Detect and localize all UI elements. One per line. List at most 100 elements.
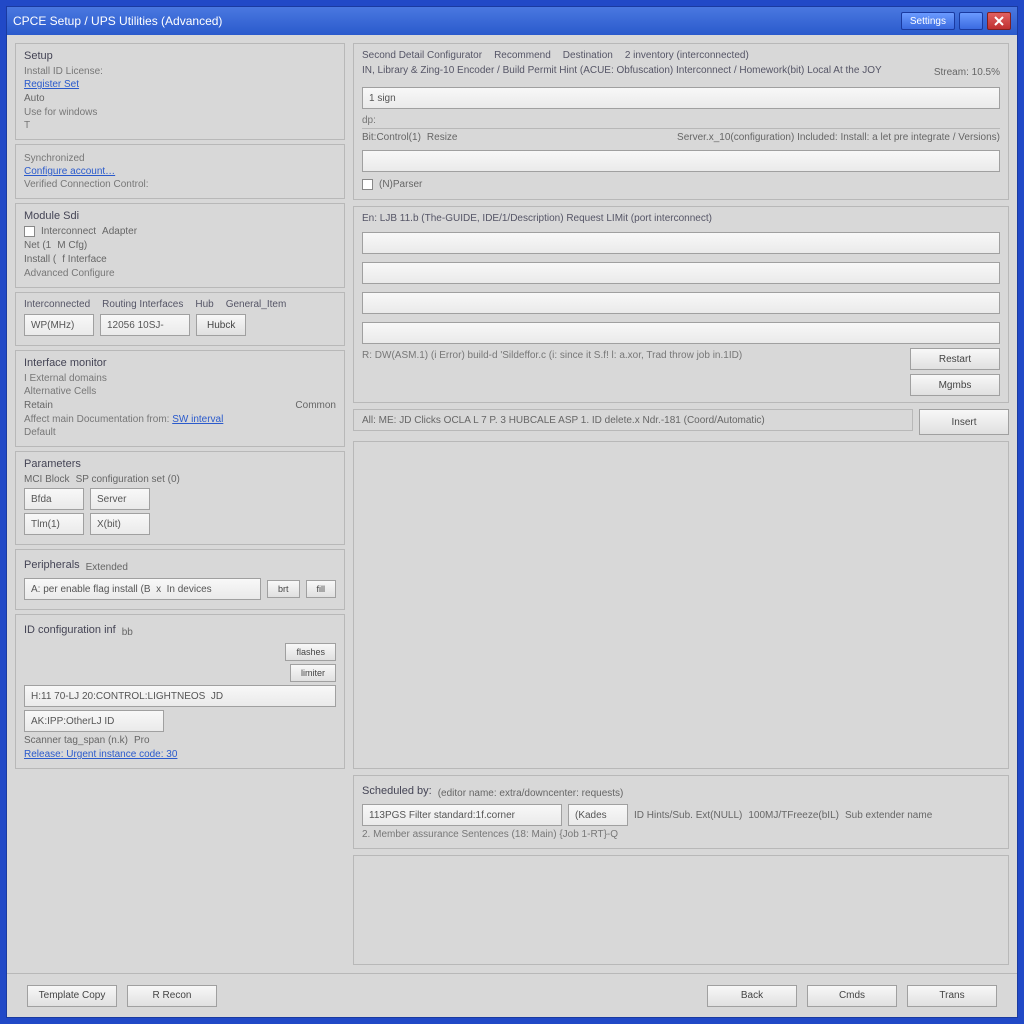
content-area: Setup Install ID License: Register Set A… xyxy=(7,35,1017,973)
setup-extra: T xyxy=(24,120,336,131)
r1-tab3[interactable]: 2 inventory (interconnected) xyxy=(625,50,749,61)
r1-field2[interactable] xyxy=(362,150,1000,172)
panel-sync: Synchronized Configure account… Verified… xyxy=(15,144,345,199)
r2-title: En: LJB 11.b (The-GUIDE, IDE/1/Descripti… xyxy=(362,213,1000,224)
wp-field2[interactable] xyxy=(100,314,190,336)
idconfig-row1[interactable] xyxy=(24,685,336,707)
r1-tab2[interactable]: Destination xyxy=(563,50,613,61)
panel-module: Module Sdi InterconnectAdapter Net (1M C… xyxy=(15,203,345,288)
r4-c3: ID Hints/Sub. Ext(NULL) xyxy=(634,810,742,821)
module-r1b: Adapter xyxy=(102,226,137,237)
monitor-i2: Alternative Cells xyxy=(24,386,336,397)
minimize-icon[interactable] xyxy=(959,12,983,30)
idconfig-limiter-button[interactable]: limiter xyxy=(290,664,336,682)
panel-setup-title: Setup xyxy=(24,50,336,62)
tab-interconnected[interactable]: Interconnected xyxy=(24,299,90,310)
setup-register-link[interactable]: Register Set xyxy=(24,79,336,90)
r-spacer xyxy=(353,441,1009,769)
r1-panel: Second Detail Configurator Recommend Des… xyxy=(353,43,1009,200)
params-tlm[interactable] xyxy=(24,513,84,535)
params-r1a: MCI Block xyxy=(24,474,70,485)
window-title: CPCE Setup / UPS Utilities (Advanced) xyxy=(13,14,222,28)
r4-panel: Scheduled by: (editor name: extra/downce… xyxy=(353,775,1009,849)
periph-fill-button[interactable]: fill xyxy=(306,580,337,598)
r1-tab0[interactable]: Second Detail Configurator xyxy=(362,50,482,61)
params-bfda[interactable] xyxy=(24,488,84,510)
idconfig-row4[interactable]: Release: Urgent instance code: 30 xyxy=(24,749,336,760)
params-server[interactable] xyxy=(90,488,150,510)
insert-button[interactable]: Insert xyxy=(919,409,1009,435)
monitor-small: Common xyxy=(295,400,336,411)
r4-row2: 2. Member assurance Sentences (18: Main)… xyxy=(362,829,1000,840)
close-icon[interactable] xyxy=(987,12,1011,30)
recon-button[interactable]: R Recon xyxy=(127,985,217,1007)
r1-tab1[interactable]: Recommend xyxy=(494,50,551,61)
r1-sec2b: Resize xyxy=(427,132,458,143)
module-r2b: M Cfg) xyxy=(57,240,87,251)
r1-stream: Stream: 10.5% xyxy=(934,67,1000,78)
r1-sec2c: Server.x_10(configuration) Included: Ins… xyxy=(677,132,1000,143)
module-check1[interactable] xyxy=(24,226,35,237)
periph-brt-button[interactable]: brt xyxy=(267,580,300,598)
periph-sub: Extended xyxy=(86,562,128,573)
sync-title: Synchronized xyxy=(24,153,336,164)
r4-c1[interactable] xyxy=(362,804,562,826)
idconfig-row2[interactable] xyxy=(24,710,164,732)
template-copy-button[interactable]: Template Copy xyxy=(27,985,117,1007)
r2-panel: En: LJB 11.b (The-GUIDE, IDE/1/Descripti… xyxy=(353,206,1009,403)
r2-note: R: DW(ASM.1) (i Error) build-d 'Sildeffo… xyxy=(362,350,904,361)
r5-spacer xyxy=(353,855,1009,965)
params-r1b: SP configuration set (0) xyxy=(76,474,180,485)
setup-license-label: Install ID License: xyxy=(24,66,336,77)
sync-verified-label: Verified Connection Control: xyxy=(24,179,336,190)
cmds-button[interactable]: Cmds xyxy=(807,985,897,1007)
sync-configure-link[interactable]: Configure account… xyxy=(24,166,336,177)
back-button[interactable]: Back xyxy=(707,985,797,1007)
tab-routing[interactable]: Routing Interfaces xyxy=(102,299,183,310)
wp-field[interactable] xyxy=(24,314,94,336)
idconfig-title: ID configuration inf xyxy=(24,624,116,636)
monitor-link-label: Affect main Documentation from: xyxy=(24,414,169,425)
idconfig-row3a: Scanner tag_span (n.k) xyxy=(24,735,128,746)
tab-hub[interactable]: Hub xyxy=(195,299,213,310)
periph-title: Peripherals xyxy=(24,559,80,571)
module-r3b: f Interface xyxy=(62,254,106,265)
monitor-sub: Default xyxy=(24,427,336,438)
r1-hint: dp: xyxy=(362,115,1000,126)
setup-hint: Use for windows xyxy=(24,107,336,118)
params-title: Parameters xyxy=(24,458,336,470)
idconfig-row3b: Pro xyxy=(134,735,150,746)
r2-in3[interactable] xyxy=(362,292,1000,314)
module-r4: Advanced Configure xyxy=(24,268,336,279)
r1-field1[interactable] xyxy=(362,87,1000,109)
titlebar: CPCE Setup / UPS Utilities (Advanced) Se… xyxy=(7,7,1017,35)
periph-text[interactable] xyxy=(24,578,261,600)
left-column: Setup Install ID License: Register Set A… xyxy=(15,43,345,965)
setup-radio-label: Auto xyxy=(24,93,45,104)
r2-in4[interactable] xyxy=(362,322,1000,344)
tab-general[interactable]: General_Item xyxy=(226,299,287,310)
titlebar-settings-button[interactable]: Settings xyxy=(901,12,955,30)
hubck-button[interactable]: Hubck xyxy=(196,314,246,336)
right-column: Second Detail Configurator Recommend Des… xyxy=(353,43,1009,965)
restart-button[interactable]: Restart xyxy=(910,348,1000,370)
monitor-link[interactable]: SW interval xyxy=(172,414,223,425)
r3-panel: All: ME: JD Clicks OCLA L 7 P. 3 HUBCALE… xyxy=(353,409,913,431)
monitor-title: Interface monitor xyxy=(24,357,336,369)
r1-parser-check[interactable] xyxy=(362,179,373,190)
r2-in2[interactable] xyxy=(362,262,1000,284)
r4-c2[interactable] xyxy=(568,804,628,826)
r3-label: All: ME: JD Clicks OCLA L 7 P. 3 HUBCALE… xyxy=(362,415,765,426)
r2-in1[interactable] xyxy=(362,232,1000,254)
trans-button[interactable]: Trans xyxy=(907,985,997,1007)
panel-setup: Setup Install ID License: Register Set A… xyxy=(15,43,345,140)
r4-c4: 100MJ/TFreeze(bIL) xyxy=(748,810,839,821)
idconfig-sub: bb xyxy=(122,627,133,638)
panel-monitor: Interface monitor I External domains Alt… xyxy=(15,350,345,447)
params-xbit[interactable] xyxy=(90,513,150,535)
panel-idconfig: ID configuration inf bb flashes limiter S… xyxy=(15,614,345,769)
idconfig-flash-button[interactable]: flashes xyxy=(285,643,336,661)
main-window: CPCE Setup / UPS Utilities (Advanced) Se… xyxy=(6,6,1018,1018)
monitor-i1: I External domains xyxy=(24,373,336,384)
mgmbs-button[interactable]: Mgmbs xyxy=(910,374,1000,396)
